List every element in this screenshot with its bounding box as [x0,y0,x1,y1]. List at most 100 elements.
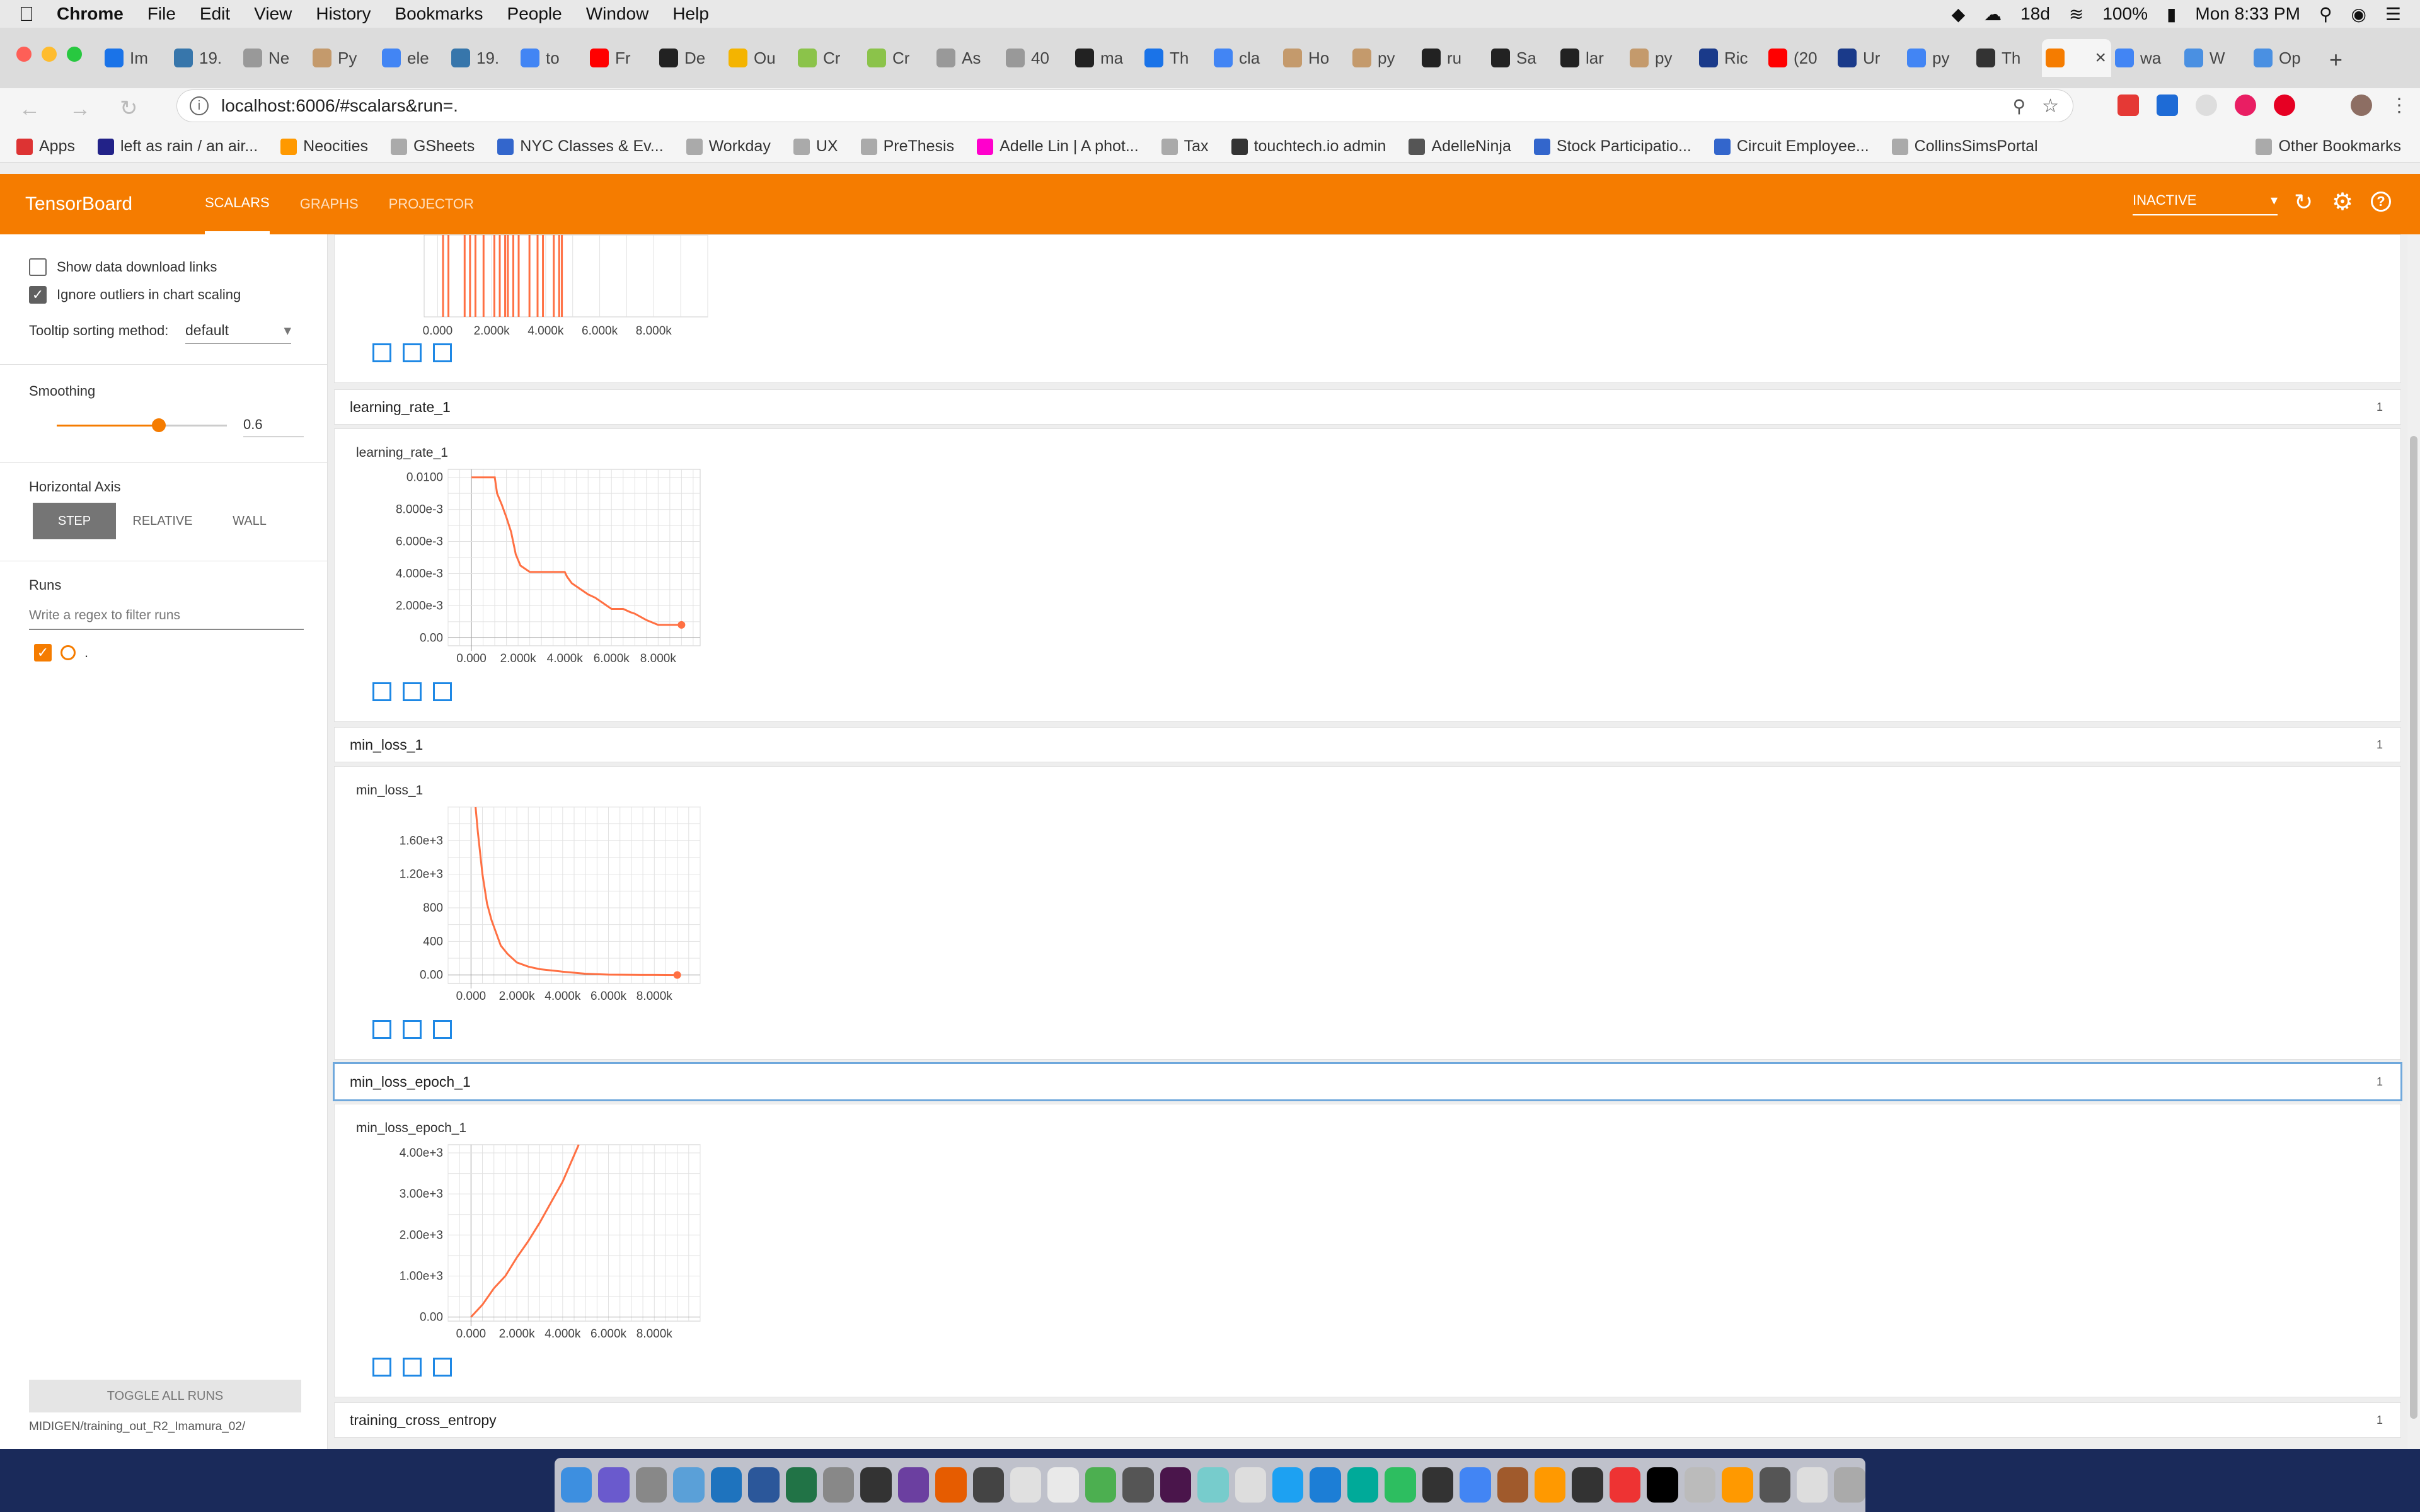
smoothing-input[interactable]: 0.6 [243,412,304,437]
back-icon[interactable]: ← [19,97,40,122]
forward-icon[interactable]: → [69,97,91,122]
dock-app-icon[interactable] [1047,1467,1079,1503]
expand-icon[interactable] [372,682,391,701]
smoothing-slider-track[interactable] [57,418,227,432]
dock-app-icon[interactable] [1572,1467,1603,1503]
pinterest-icon[interactable] [2274,94,2295,116]
apple-icon[interactable]:  [19,3,57,26]
browser-tab[interactable]: 19. [447,43,513,73]
browser-tab[interactable]: wa [2111,43,2177,73]
dock-app-icon[interactable] [1197,1467,1229,1503]
menu-view[interactable]: View [254,4,292,24]
dock-app-icon[interactable] [860,1467,892,1503]
siri-icon[interactable]: ◉ [2351,4,2366,25]
dock-app-icon[interactable] [935,1467,967,1503]
bookmark-item[interactable]: PreThesis [860,137,954,156]
wifi-icon[interactable]: ≋ [2069,4,2083,25]
browser-tab[interactable]: Sa [1487,43,1553,73]
menu-help[interactable]: Help [672,4,709,24]
bookmark-item[interactable]: Tax [1161,137,1209,156]
data-table-icon[interactable] [403,1358,422,1377]
runs-filter-input[interactable] [29,602,304,630]
browser-tab[interactable]: Py [309,43,374,73]
browser-tab[interactable]: Op [2250,43,2315,73]
bookmark-item[interactable]: AdelleNinja [1409,137,1511,156]
menu-bookmarks[interactable]: Bookmarks [395,4,483,24]
tooltip-sorting-select[interactable]: default ▾ [185,318,291,344]
minimize-window-icon[interactable] [42,47,57,62]
settings-gear-icon[interactable]: ⚙ [2332,188,2353,216]
toggle-all-runs-button[interactable]: TOGGLE ALL RUNS [29,1380,301,1412]
dock-app-icon[interactable] [1235,1467,1267,1503]
browser-tab[interactable]: W [2181,43,2246,73]
new-tab-icon[interactable]: + [2329,47,2342,73]
tab-tensorboard-active[interactable]: × [2042,39,2111,77]
bookmark-item[interactable]: Other Bookmarks [2256,137,2401,156]
dock-app-icon[interactable] [822,1467,855,1503]
dock-app-icon[interactable] [1759,1467,1790,1503]
bookmark-item[interactable]: CollinsSimsPortal [1891,137,2038,156]
axis-relative-button[interactable]: RELATIVE [124,503,202,539]
dock-app-icon[interactable] [1272,1467,1304,1503]
show-download-checkbox[interactable] [29,258,47,276]
bookmark-item[interactable]: GSheets [390,137,475,156]
tab-scalars[interactable]: SCALARS [205,174,270,234]
browser-tab[interactable]: (20 [1765,43,1830,73]
dock-app-icon[interactable] [1385,1467,1416,1503]
fit-domain-icon[interactable] [433,1358,452,1377]
browser-tab[interactable]: Im [101,43,166,73]
ignore-outliers-checkbox[interactable]: ✓ [29,286,47,304]
menu-file[interactable]: File [147,4,176,24]
run-row[interactable]: ✓ . [34,644,88,662]
scrollbar-thumb[interactable] [2410,436,2417,1419]
dock-app-icon[interactable] [1647,1467,1678,1503]
dropbox-extension-icon[interactable] [2157,94,2178,116]
dock-app-icon[interactable] [785,1467,817,1503]
dropbox-icon[interactable]: ◆ [1952,4,1966,25]
clock[interactable]: Mon 8:33 PM [2195,4,2300,24]
bookmark-item[interactable]: UX [793,137,838,156]
browser-tab[interactable]: Fr [586,43,652,73]
fit-domain-icon[interactable] [433,682,452,701]
chrome-menu-icon[interactable]: ⋮ [2390,94,2409,117]
extension-icon[interactable] [2235,94,2256,116]
browser-tab[interactable]: De [655,43,721,73]
dock-app-icon[interactable] [1609,1467,1641,1503]
dock-app-icon[interactable] [1497,1467,1528,1503]
bookmark-star-icon[interactable]: ☆ [2042,95,2059,117]
notification-center-icon[interactable]: ☰ [2385,4,2401,25]
section-header-min-loss-epoch[interactable]: min_loss_epoch_1 1 [333,1062,2402,1101]
menu-edit[interactable]: Edit [200,4,230,24]
scrollbar[interactable] [2407,234,2420,1449]
expand-icon[interactable] [372,1020,391,1039]
browser-tab[interactable]: py [1903,43,1969,73]
axis-step-button[interactable]: STEP [33,503,116,539]
search-icon[interactable]: ⚲ [2319,4,2332,25]
bookmark-item[interactable]: touchtech.io admin [1231,137,1386,156]
browser-tab[interactable]: py [1626,43,1691,73]
dock-app-icon[interactable] [673,1467,705,1503]
browser-tab[interactable]: ele [378,43,444,73]
browser-tab[interactable]: Ric [1695,43,1761,73]
dock-app-icon[interactable] [710,1467,742,1503]
dock-app-icon[interactable] [635,1467,667,1503]
bookmark-item[interactable]: NYC Classes & Ev... [497,137,664,156]
dock-app-icon[interactable] [561,1467,592,1503]
browser-tab[interactable]: Ne [239,43,305,73]
help-icon[interactable]: ? [2371,192,2391,212]
dock-app-icon[interactable] [1122,1467,1154,1503]
browser-tab[interactable]: py [1349,43,1414,73]
url-text[interactable]: localhost:6006/#scalars&run=. [221,96,458,116]
dock-app-icon[interactable] [1085,1467,1117,1503]
browser-tab[interactable]: Ho [1279,43,1345,73]
maximize-window-icon[interactable] [67,47,82,62]
zoom-icon[interactable]: ⚲ [2013,96,2026,117]
dock-app-icon[interactable] [1310,1467,1341,1503]
menu-history[interactable]: History [316,4,371,24]
data-table-icon[interactable] [403,1020,422,1039]
axis-wall-button[interactable]: WALL [210,503,289,539]
dock-app-icon[interactable] [1684,1467,1716,1503]
reload-icon[interactable]: ↻ [120,96,138,121]
browser-tab[interactable]: to [517,43,582,73]
dock-app-icon[interactable] [1422,1467,1454,1503]
